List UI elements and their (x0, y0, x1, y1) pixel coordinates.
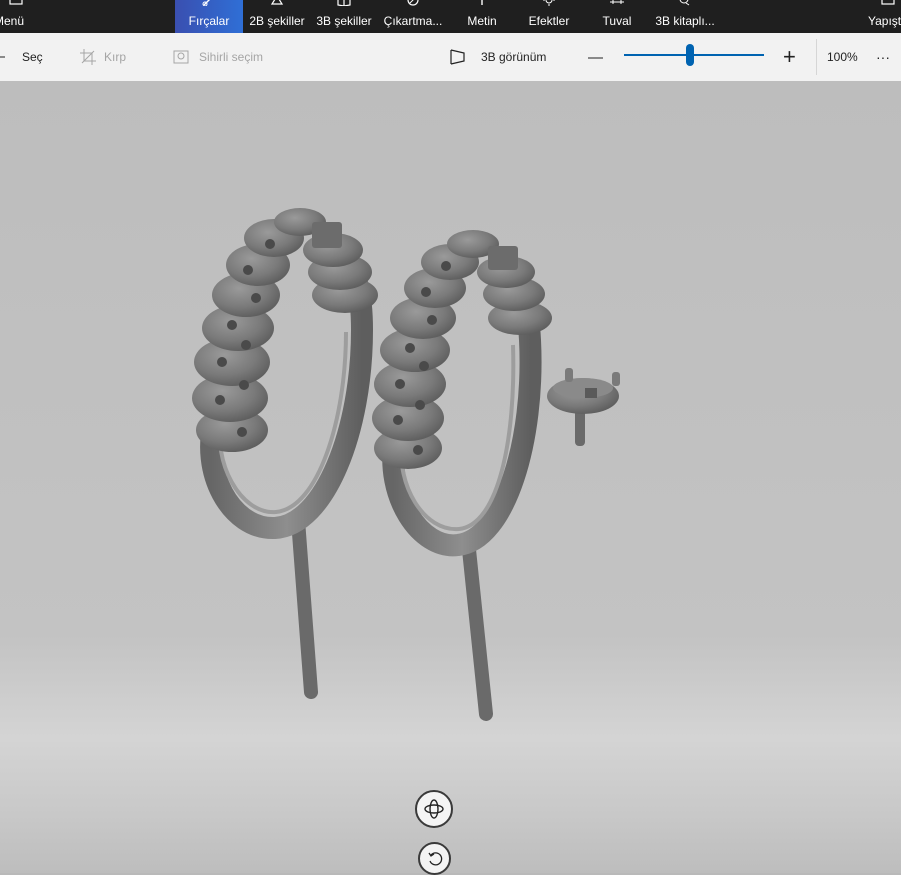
canvas-icon (610, 0, 624, 4)
ring-model-right[interactable] (372, 230, 552, 721)
3d-library-icon (679, 0, 690, 6)
zoom-value: 100% (827, 50, 858, 64)
undo-view-icon (427, 851, 442, 865)
tab-effects[interactable]: Efektler (518, 0, 580, 33)
3d-shapes-icon (337, 0, 351, 6)
tab-label: Tuval (602, 14, 632, 28)
tab-3d-library[interactable]: 3B kitaplı... (650, 0, 720, 33)
paste-button[interactable]: Yapıştı (862, 0, 901, 33)
top-ribbon: Menü Fırçalar 2B şekiller 3B şekiller Çı… (0, 0, 901, 33)
tab-label: Fırçalar (188, 14, 230, 28)
brush-icon (202, 0, 210, 6)
zoom-level-button[interactable]: 100% (827, 33, 858, 81)
divider (816, 39, 817, 75)
ring-model-left[interactable] (192, 208, 378, 699)
crop-button[interactable]: Kırp (80, 33, 126, 81)
text-icon (481, 0, 483, 5)
3d-scene (192, 208, 620, 721)
view-3d-icon (450, 49, 465, 65)
tab-2d-shapes[interactable]: 2B şekiller (245, 0, 309, 33)
select-label: Seç (22, 50, 43, 64)
3d-canvas[interactable] (0, 81, 901, 875)
zoom-slider-thumb[interactable] (685, 44, 694, 66)
tab-label: Metin (467, 14, 497, 28)
orbit-view-icon (424, 799, 444, 819)
plus-icon: + (783, 44, 796, 69)
sticker-icon (407, 0, 419, 6)
view-3d-label: 3B görünüm (481, 50, 547, 64)
sprue-rod (461, 533, 493, 721)
crop-icon (80, 49, 96, 65)
2d-shapes-icon (270, 0, 284, 5)
sprue-rod (291, 513, 318, 699)
select-icon (0, 56, 5, 58)
zoom-slider[interactable] (624, 54, 764, 56)
paste-icon (881, 0, 895, 5)
tab-stickers[interactable]: Çıkartma... (380, 0, 446, 33)
tab-text[interactable]: Metin (452, 0, 512, 33)
magic-select-button[interactable]: Sihirli seçim (173, 33, 263, 81)
tab-label: 3B kitaplı... (655, 14, 715, 28)
undo-view-button[interactable] (418, 842, 451, 875)
menu-icon (9, 0, 23, 5)
more-options-button[interactable]: ··· (876, 33, 890, 81)
tab-3d-shapes[interactable]: 3B şekiller (312, 0, 376, 33)
minus-icon: — (588, 48, 603, 66)
effects-icon (543, 0, 555, 6)
tab-label: Çıkartma... (383, 14, 443, 28)
secondary-toolbar: Seç Kırp Sihirli seçim 3B görünüm — + 10… (0, 33, 901, 82)
view-3d-button[interactable]: 3B görünüm (449, 33, 546, 81)
menu-button[interactable]: Menü (0, 0, 30, 33)
menu-label: Menü (0, 14, 25, 28)
magic-select-label: Sihirli seçim (199, 50, 264, 64)
zoom-in-button[interactable]: + (783, 33, 796, 81)
tab-label: 3B şekiller (316, 14, 372, 28)
select-button[interactable]: Seç (0, 33, 43, 81)
magic-select-icon (173, 50, 189, 64)
tab-label: 2B şekiller (249, 14, 305, 28)
stone-setting-head[interactable] (547, 368, 620, 446)
crop-label: Kırp (104, 50, 127, 64)
paste-label: Yapıştı (868, 14, 901, 28)
more-icon: ··· (876, 49, 890, 65)
zoom-out-button[interactable]: — (588, 33, 603, 81)
tab-brushes[interactable]: Fırçalar (175, 0, 243, 33)
orbit-view-button[interactable] (415, 790, 453, 828)
tab-label: Efektler (528, 14, 570, 28)
tab-canvas[interactable]: Tuval (588, 0, 646, 33)
